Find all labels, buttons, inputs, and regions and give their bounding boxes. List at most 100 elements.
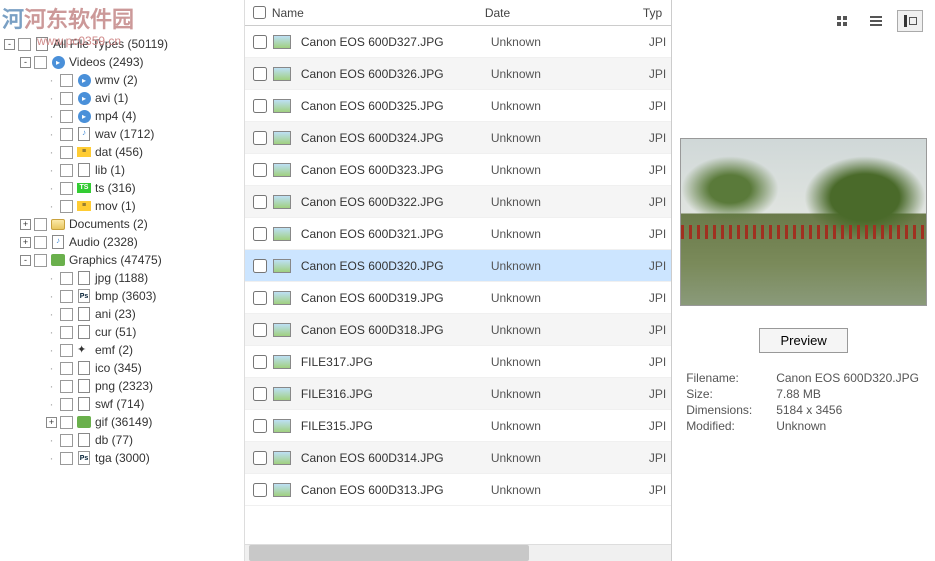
- tree-toggle[interactable]: -: [4, 39, 15, 50]
- list-icon: [870, 16, 882, 26]
- tree-checkbox[interactable]: [60, 200, 73, 213]
- row-checkbox[interactable]: [253, 67, 267, 81]
- tree-checkbox[interactable]: [60, 380, 73, 393]
- row-checkbox[interactable]: [253, 131, 267, 145]
- tree-checkbox[interactable]: [60, 344, 73, 357]
- tree-checkbox[interactable]: [60, 74, 73, 87]
- row-checkbox[interactable]: [253, 323, 267, 337]
- tree-toggle[interactable]: +: [20, 237, 31, 248]
- row-checkbox[interactable]: [253, 355, 267, 369]
- row-checkbox[interactable]: [253, 259, 267, 273]
- table-row[interactable]: Canon EOS 600D320.JPGUnknownJPI: [245, 250, 671, 282]
- row-checkbox[interactable]: [253, 291, 267, 305]
- tree-node-swf[interactable]: ·swf (714): [4, 395, 244, 413]
- tree-toggle[interactable]: -: [20, 255, 31, 266]
- row-checkbox[interactable]: [253, 35, 267, 49]
- tree-node-graphics[interactable]: -Graphics (47475): [4, 251, 244, 269]
- tree-node-videos[interactable]: -▸Videos (2493): [4, 53, 244, 71]
- tree-checkbox[interactable]: [60, 182, 73, 195]
- tree-node-lib[interactable]: ·lib (1): [4, 161, 244, 179]
- tree-checkbox[interactable]: [60, 146, 73, 159]
- file-name: Canon EOS 600D322.JPG: [301, 195, 491, 209]
- tree-node-all-file-types[interactable]: -All File Types (50119): [4, 35, 244, 53]
- tree-checkbox[interactable]: [60, 92, 73, 105]
- tree-checkbox[interactable]: [60, 164, 73, 177]
- column-type[interactable]: Typ: [635, 2, 671, 24]
- table-row[interactable]: FILE315.JPGUnknownJPI: [245, 410, 671, 442]
- file-type-tree[interactable]: -All File Types (50119)-▸Videos (2493)·▸…: [0, 0, 245, 561]
- tree-toggle[interactable]: +: [20, 219, 31, 230]
- table-row[interactable]: Canon EOS 600D319.JPGUnknownJPI: [245, 282, 671, 314]
- tree-checkbox[interactable]: [60, 326, 73, 339]
- tree-checkbox[interactable]: [60, 272, 73, 285]
- row-checkbox[interactable]: [253, 483, 267, 497]
- table-row[interactable]: FILE317.JPGUnknownJPI: [245, 346, 671, 378]
- video-icon: ▸: [76, 90, 92, 106]
- tree-node-wav[interactable]: ·♪wav (1712): [4, 125, 244, 143]
- table-row[interactable]: Canon EOS 600D313.JPGUnknownJPI: [245, 474, 671, 506]
- column-name[interactable]: Name: [245, 2, 477, 24]
- tree-node-mov[interactable]: ·≡mov (1): [4, 197, 244, 215]
- tree-node-tga[interactable]: ·Pstga (3000): [4, 449, 244, 467]
- tree-node-dat[interactable]: ·≡dat (456): [4, 143, 244, 161]
- view-list-button[interactable]: [863, 10, 889, 32]
- tree-node-ico[interactable]: ·ico (345): [4, 359, 244, 377]
- file-date: Unknown: [491, 291, 649, 305]
- row-checkbox[interactable]: [253, 99, 267, 113]
- tree-node-audio[interactable]: +♪Audio (2328): [4, 233, 244, 251]
- table-row[interactable]: Canon EOS 600D321.JPGUnknownJPI: [245, 218, 671, 250]
- tree-node-gif[interactable]: +gif (36149): [4, 413, 244, 431]
- column-date[interactable]: Date: [477, 2, 635, 24]
- tree-checkbox[interactable]: [60, 308, 73, 321]
- table-row[interactable]: Canon EOS 600D322.JPGUnknownJPI: [245, 186, 671, 218]
- tree-toggle[interactable]: +: [46, 417, 57, 428]
- tree-checkbox[interactable]: [34, 254, 47, 267]
- tree-node-avi[interactable]: ·▸avi (1): [4, 89, 244, 107]
- view-grid-button[interactable]: [829, 10, 855, 32]
- tree-node-documents[interactable]: +Documents (2): [4, 215, 244, 233]
- tree-checkbox[interactable]: [34, 218, 47, 231]
- tree-node-ts[interactable]: ·TSts (316): [4, 179, 244, 197]
- tree-checkbox[interactable]: [60, 416, 73, 429]
- tree-checkbox[interactable]: [60, 110, 73, 123]
- tree-toggle[interactable]: -: [20, 57, 31, 68]
- row-checkbox[interactable]: [253, 227, 267, 241]
- tree-checkbox[interactable]: [60, 434, 73, 447]
- file-list[interactable]: Canon EOS 600D327.JPGUnknownJPICanon EOS…: [245, 26, 671, 544]
- table-row[interactable]: Canon EOS 600D325.JPGUnknownJPI: [245, 90, 671, 122]
- tree-node-db[interactable]: ·db (77): [4, 431, 244, 449]
- tree-node-png[interactable]: ·png (2323): [4, 377, 244, 395]
- row-checkbox[interactable]: [253, 451, 267, 465]
- table-row[interactable]: Canon EOS 600D324.JPGUnknownJPI: [245, 122, 671, 154]
- table-row[interactable]: Canon EOS 600D326.JPGUnknownJPI: [245, 58, 671, 90]
- select-all-checkbox[interactable]: [253, 6, 266, 19]
- tree-node-wmv[interactable]: ·▸wmv (2): [4, 71, 244, 89]
- tree-checkbox[interactable]: [60, 290, 73, 303]
- tree-checkbox[interactable]: [34, 236, 47, 249]
- tree-checkbox[interactable]: [60, 128, 73, 141]
- row-checkbox[interactable]: [253, 387, 267, 401]
- tree-checkbox[interactable]: [18, 38, 31, 51]
- preview-button[interactable]: Preview: [759, 328, 847, 353]
- table-row[interactable]: FILE316.JPGUnknownJPI: [245, 378, 671, 410]
- tree-node-mp4[interactable]: ·▸mp4 (4): [4, 107, 244, 125]
- tree-node-ani[interactable]: ·ani (23): [4, 305, 244, 323]
- row-checkbox[interactable]: [253, 419, 267, 433]
- table-row[interactable]: Canon EOS 600D318.JPGUnknownJPI: [245, 314, 671, 346]
- tree-node-bmp[interactable]: ·Psbmp (3603): [4, 287, 244, 305]
- table-row[interactable]: Canon EOS 600D314.JPGUnknownJPI: [245, 442, 671, 474]
- tree-checkbox[interactable]: [60, 362, 73, 375]
- tree-label: wmv (2): [95, 73, 138, 87]
- row-checkbox[interactable]: [253, 195, 267, 209]
- horizontal-scrollbar[interactable]: [245, 544, 671, 561]
- view-detail-button[interactable]: [897, 10, 923, 32]
- table-row[interactable]: Canon EOS 600D327.JPGUnknownJPI: [245, 26, 671, 58]
- tree-node-jpg[interactable]: ·jpg (1188): [4, 269, 244, 287]
- tree-checkbox[interactable]: [34, 56, 47, 69]
- tree-node-emf[interactable]: ·✦emf (2): [4, 341, 244, 359]
- table-row[interactable]: Canon EOS 600D323.JPGUnknownJPI: [245, 154, 671, 186]
- tree-checkbox[interactable]: [60, 452, 73, 465]
- tree-checkbox[interactable]: [60, 398, 73, 411]
- tree-node-cur[interactable]: ·cur (51): [4, 323, 244, 341]
- row-checkbox[interactable]: [253, 163, 267, 177]
